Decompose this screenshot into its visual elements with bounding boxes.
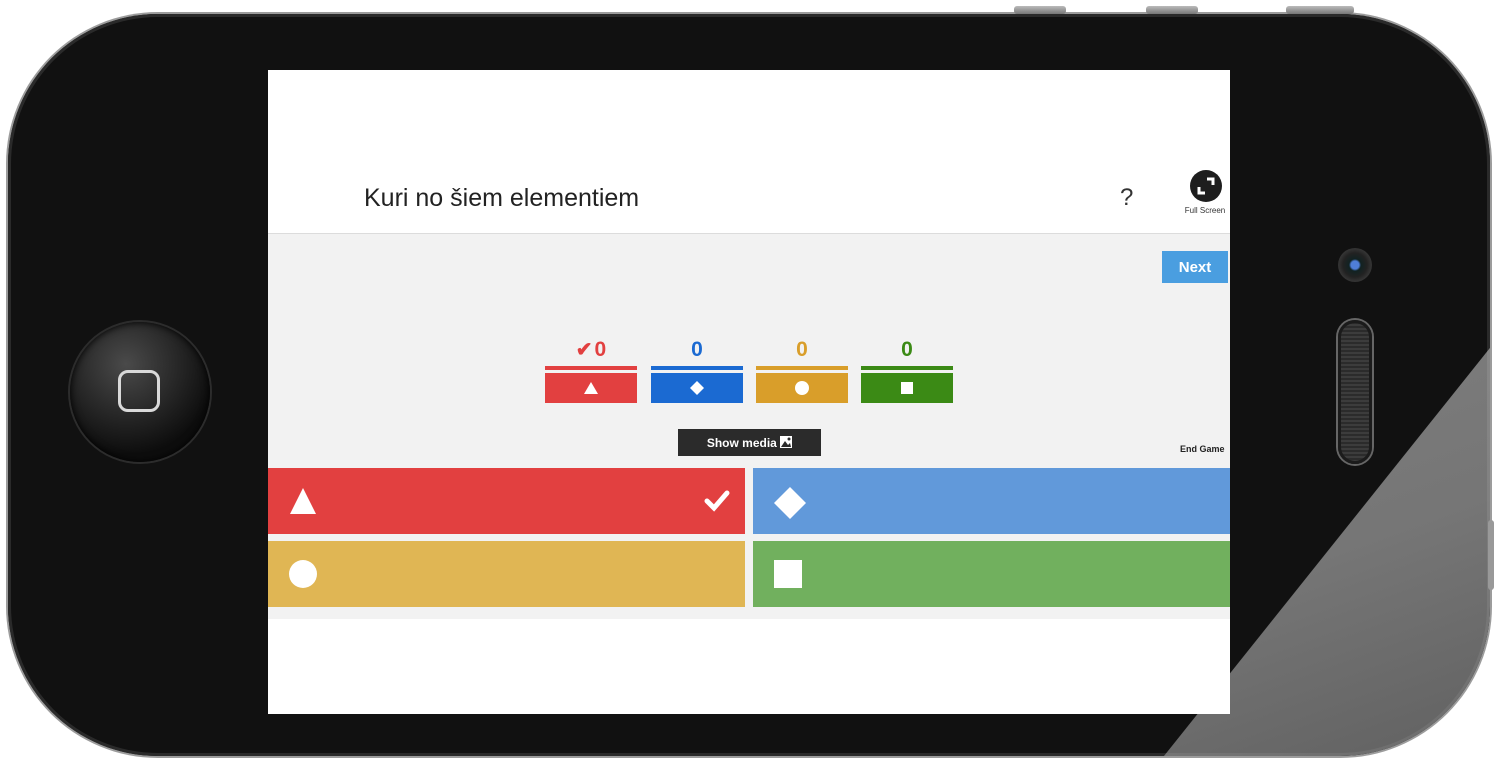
answer-triangle[interactable] xyxy=(268,468,745,534)
diamond-icon xyxy=(690,381,704,395)
home-button[interactable] xyxy=(70,322,210,462)
result-bar-box xyxy=(756,373,848,403)
help-icon[interactable]: ? xyxy=(1120,184,1133,212)
speaker-grille xyxy=(1338,320,1372,464)
result-bar-diamond: 0 xyxy=(651,334,743,403)
volume-up-button xyxy=(1014,6,1066,14)
result-bar-circle: 0 xyxy=(756,334,848,403)
diamond-icon xyxy=(774,487,806,519)
result-bar-line xyxy=(651,366,743,370)
result-bar-box xyxy=(651,373,743,403)
result-bar-triangle: ✔0 xyxy=(545,334,637,403)
circle-icon xyxy=(795,381,809,395)
result-count: ✔0 xyxy=(545,334,637,366)
home-square-icon xyxy=(118,370,160,412)
front-camera xyxy=(1338,248,1372,282)
end-game-link[interactable]: End Game xyxy=(1180,444,1225,454)
fullscreen-label: Full Screen xyxy=(1184,206,1226,215)
answer-circle[interactable] xyxy=(268,541,745,607)
power-button xyxy=(1286,6,1354,14)
result-bar-box xyxy=(861,373,953,403)
result-bar-line xyxy=(756,366,848,370)
square-icon xyxy=(901,382,913,394)
answer-results-chart: ✔0 0 0 0 xyxy=(545,334,955,409)
correct-check-icon: ✔ xyxy=(575,339,593,361)
result-count: 0 xyxy=(796,338,808,361)
triangle-icon xyxy=(584,382,598,394)
fullscreen-button[interactable]: Full Screen xyxy=(1184,170,1226,215)
square-icon xyxy=(774,560,802,588)
result-bar-line xyxy=(861,366,953,370)
result-count-value: 0 xyxy=(594,338,607,361)
circle-icon xyxy=(289,560,317,588)
result-count: 0 xyxy=(901,338,913,361)
image-icon xyxy=(780,435,793,448)
result-count: 0 xyxy=(691,338,703,361)
result-bar-box xyxy=(545,373,637,403)
result-bar-line xyxy=(545,366,637,370)
app-screen: Kuri no šiem elementiem ? Full Screen Ne… xyxy=(268,70,1230,714)
result-bar-square: 0 xyxy=(861,334,953,403)
question-text: Kuri no šiem elementiem xyxy=(364,184,640,212)
check-icon xyxy=(704,490,730,512)
next-button[interactable]: Next xyxy=(1162,251,1228,283)
triangle-icon xyxy=(290,488,316,514)
answer-square[interactable] xyxy=(753,541,1230,607)
fullscreen-icon xyxy=(1190,170,1222,202)
mute-switch xyxy=(1488,520,1494,590)
show-media-button[interactable]: Show media xyxy=(678,429,821,456)
answer-diamond[interactable] xyxy=(753,468,1230,534)
show-media-label: Show media xyxy=(706,435,777,450)
volume-down-button xyxy=(1146,6,1198,14)
